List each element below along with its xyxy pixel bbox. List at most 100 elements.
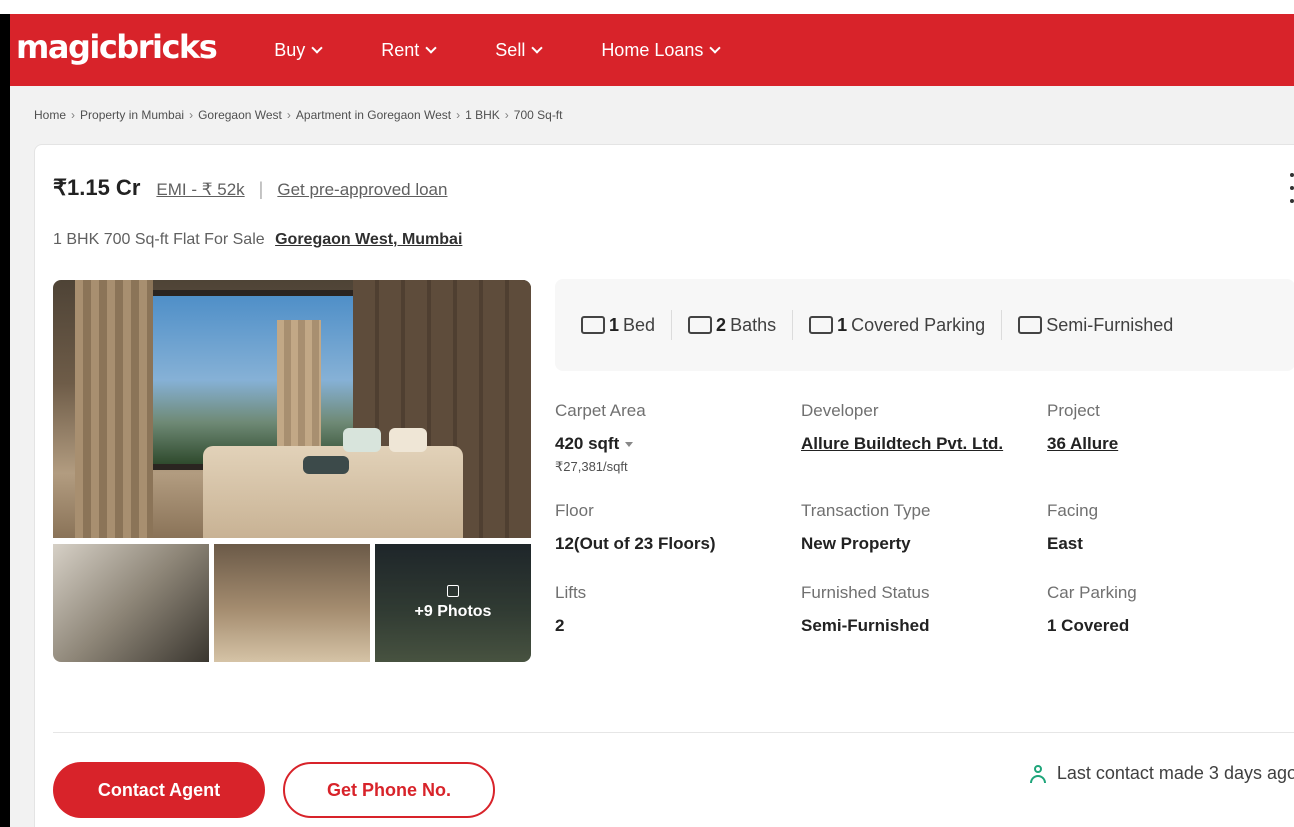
nav-buy[interactable]: Buy: [274, 39, 323, 61]
more-photos-overlay: +9 Photos: [375, 544, 531, 662]
get-phone-button[interactable]: Get Phone No.: [283, 762, 495, 818]
project-link[interactable]: 36 Allure: [1047, 431, 1267, 457]
nav-home-loans-label: Home Loans: [601, 39, 704, 60]
amenities-bar: 1 Bed 2 Baths 1 Covered Parking Semi-Fur…: [555, 279, 1294, 371]
carpet-area-label: Carpet Area: [555, 401, 646, 420]
bed-icon: [581, 316, 605, 334]
amenity-baths-label: Baths: [730, 314, 777, 335]
more-photos-thumbnail[interactable]: +9 Photos: [375, 544, 531, 662]
user-icon-body: [1029, 774, 1046, 783]
amenity-baths: 2 Baths: [672, 310, 794, 340]
section-divider: [53, 732, 1294, 733]
lifts-value: 2: [555, 616, 565, 635]
caret-down-icon: [625, 442, 634, 448]
last-contact-info: Last contact made 3 days ago: [1029, 763, 1294, 784]
carpet-area-cell: Carpet Area 420 sqft ₹27,381/sqft: [555, 401, 801, 475]
window-top-edge: [0, 0, 1294, 14]
developer-link[interactable]: Allure Buildtech Pvt. Ltd.: [801, 431, 1021, 457]
breadcrumb-separator: ›: [286, 108, 291, 122]
amenity-bed-label: Bed: [623, 314, 656, 335]
facing-cell: Facing East: [1047, 501, 1293, 557]
more-photos-label: +9 Photos: [414, 603, 492, 620]
details-row: Carpet Area 420 sqft ₹27,381/sqft Develo…: [555, 401, 1294, 475]
breadcrumb-locality[interactable]: Goregaon West: [198, 108, 282, 122]
thumbnail-photo[interactable]: [53, 544, 209, 662]
nav-home-loans[interactable]: Home Loans: [601, 39, 722, 61]
details-row: Lifts 2 Furnished Status Semi-Furnished …: [555, 583, 1294, 639]
breadcrumb-separator: ›: [189, 108, 194, 122]
car-parking-value: 1 Covered: [1047, 616, 1130, 635]
developer-label: Developer: [801, 401, 879, 420]
transaction-value: New Property: [801, 534, 911, 553]
chevron-down-icon: [531, 41, 543, 54]
furnished-cell: Furnished Status Semi-Furnished: [801, 583, 1047, 639]
breadcrumb-area: 700 Sq-ft: [513, 108, 563, 122]
location-link[interactable]: Goregaon West, Mumbai: [275, 231, 462, 248]
property-details-grid: Carpet Area 420 sqft ₹27,381/sqft Develo…: [555, 401, 1294, 665]
nav-rent-label: Rent: [381, 39, 420, 60]
amenity-baths-count: 2: [716, 314, 727, 335]
main-property-photo[interactable]: [53, 280, 531, 538]
breadcrumb: Home › Property in Mumbai › Goregaon Wes…: [34, 108, 562, 122]
property-type-text: 1 BHK 700 Sq-ft Flat For Sale: [53, 231, 265, 248]
thumbnail-photo[interactable]: [214, 544, 370, 662]
floor-value: 12(Out of 23 Floors): [555, 534, 716, 553]
page-body: Home › Property in Mumbai › Goregaon Wes…: [10, 86, 1294, 827]
amenity-bed: 1 Bed: [565, 310, 673, 340]
nav-buy-label: Buy: [274, 39, 306, 60]
photo-pillow: [303, 456, 349, 474]
magicbricks-logo[interactable]: magicbricks: [16, 28, 218, 66]
breadcrumb-city[interactable]: Property in Mumbai: [80, 108, 184, 122]
window-left-edge: [0, 14, 10, 827]
developer-cell: Developer Allure Buildtech Pvt. Ltd.: [801, 401, 1047, 475]
car-icon: [809, 316, 834, 334]
property-price: ₹1.15 Cr: [53, 175, 141, 200]
breadcrumb-apartment[interactable]: Apartment in Goregaon West: [296, 108, 451, 122]
dot: [1290, 173, 1294, 177]
property-subtitle: 1 BHK 700 Sq-ft Flat For Sale Goregaon W…: [53, 231, 462, 249]
facing-value: East: [1047, 534, 1083, 553]
car-parking-label: Car Parking: [1047, 583, 1137, 602]
nav-rent[interactable]: Rent: [381, 39, 437, 61]
amenity-parking-count: 1: [837, 314, 848, 335]
property-card: ₹1.15 Cr EMI - ₹ 52k | Get pre-approved …: [34, 144, 1294, 827]
contact-agent-button[interactable]: Contact Agent: [53, 762, 265, 818]
floor-cell: Floor 12(Out of 23 Floors): [555, 501, 801, 557]
user-icon: [1029, 764, 1047, 783]
more-options-icon[interactable]: [1287, 173, 1294, 203]
photo-icon: [447, 585, 459, 597]
breadcrumb-home[interactable]: Home: [34, 108, 66, 122]
nav-sell-label: Sell: [495, 39, 526, 60]
pre-approved-loan-link[interactable]: Get pre-approved loan: [277, 180, 447, 200]
amenity-parking-label: Covered Parking: [851, 314, 986, 335]
photo-pillow: [343, 428, 381, 452]
dot: [1290, 186, 1294, 190]
price-per-sqft: ₹27,381/sqft: [555, 459, 628, 474]
photo-pillow: [389, 428, 427, 452]
photo-curtain: [75, 280, 153, 538]
photo-gallery[interactable]: +9 Photos: [53, 280, 531, 662]
breadcrumb-bhk[interactable]: 1 BHK: [465, 108, 500, 122]
car-parking-cell: Car Parking 1 Covered: [1047, 583, 1293, 639]
price-row: ₹1.15 Cr EMI - ₹ 52k | Get pre-approved …: [53, 175, 447, 201]
project-cell: Project 36 Allure: [1047, 401, 1293, 475]
furniture-icon: [1018, 316, 1043, 334]
bath-icon: [688, 316, 713, 334]
carpet-area-value[interactable]: 420 sqft: [555, 431, 801, 457]
furnished-value: Semi-Furnished: [801, 616, 930, 635]
user-icon-head: [1033, 764, 1042, 773]
last-contact-text: Last contact made 3 days ago: [1056, 763, 1294, 783]
transaction-label: Transaction Type: [801, 501, 931, 520]
furnished-label: Furnished Status: [801, 583, 930, 602]
chevron-down-icon: [709, 41, 722, 54]
dot: [1290, 199, 1294, 203]
transaction-cell: Transaction Type New Property: [801, 501, 1047, 557]
top-navigation-bar: magicbricks Buy Rent Sell Home Loans: [10, 14, 1294, 86]
breadcrumb-separator: ›: [71, 108, 76, 122]
amenity-parking: 1 Covered Parking: [793, 310, 1003, 340]
nav-sell[interactable]: Sell: [495, 39, 543, 61]
carpet-area-text: 420 sqft: [555, 434, 620, 453]
emi-link[interactable]: EMI - ₹ 52k: [156, 180, 244, 200]
floor-label: Floor: [555, 501, 594, 520]
project-label: Project: [1047, 401, 1100, 420]
